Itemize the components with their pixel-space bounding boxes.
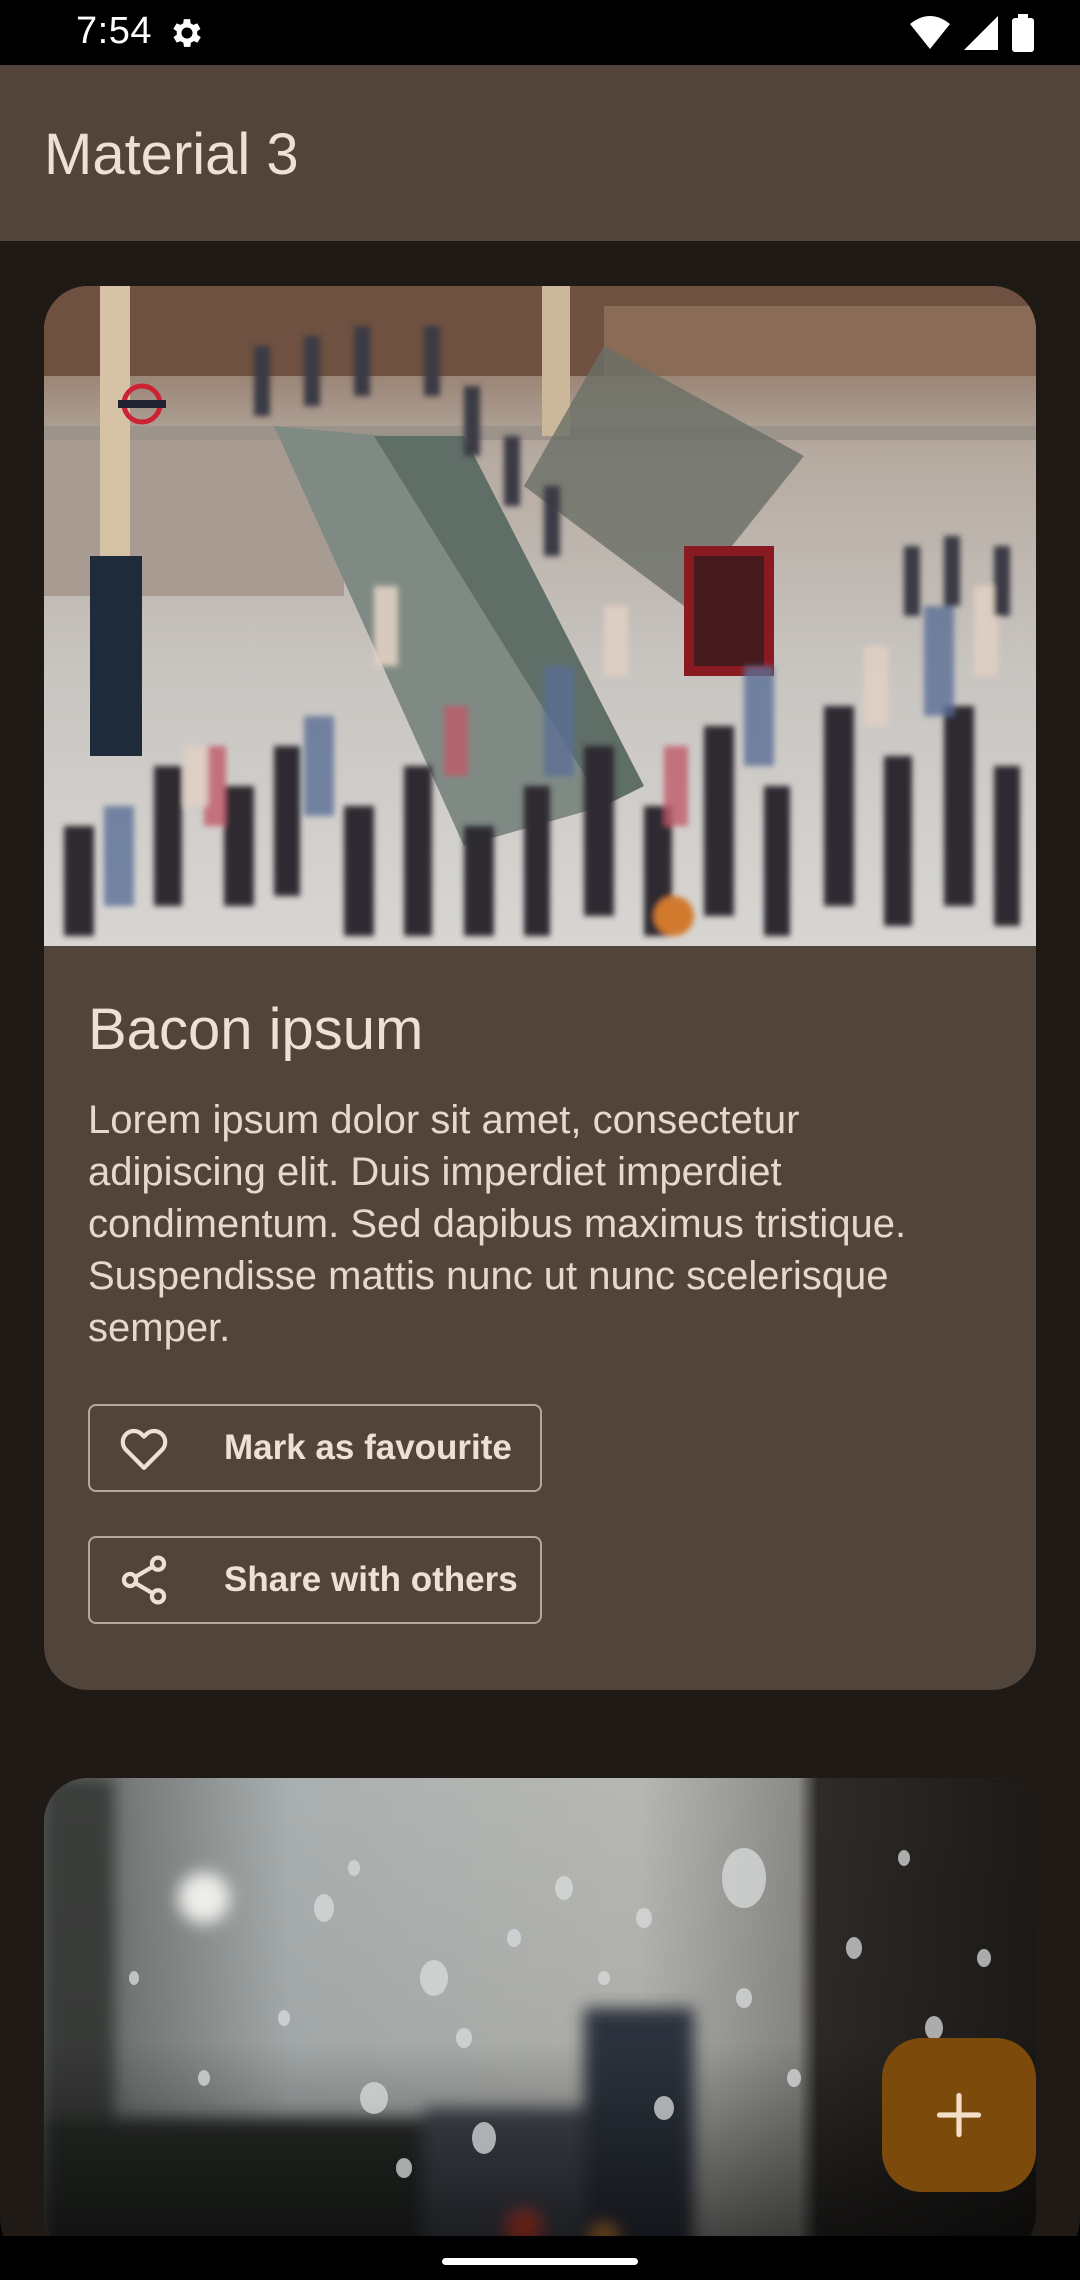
card-body-text: Lorem ipsum dolor sit amet, consectetur …	[88, 1098, 907, 1350]
card[interactable]: Bacon ipsum Lorem ipsum dolor sit amet, …	[44, 286, 1036, 1690]
status-icons	[910, 14, 1034, 52]
plus-icon	[933, 2089, 985, 2141]
heart-outline-icon	[116, 1420, 172, 1476]
screen: 7:54 Material 3 Bacon ipsum Lorem ipsum …	[0, 0, 1080, 2280]
top-app-bar: Material 3	[0, 65, 1080, 241]
app-title: Material 3	[44, 122, 299, 187]
mark-as-favourite-button[interactable]: Mark as favourite	[88, 1404, 542, 1492]
add-fab[interactable]	[882, 2038, 1036, 2192]
cellular-signal-icon	[964, 16, 998, 50]
share-with-others-label: Share with others	[224, 1560, 518, 1599]
card-title: Bacon ipsum	[88, 997, 424, 1062]
wifi-icon	[910, 16, 950, 50]
status-bar: 7:54	[0, 0, 1080, 65]
status-time: 7:54	[76, 10, 152, 52]
settings-gear-icon	[168, 14, 206, 52]
card[interactable]	[44, 1778, 1036, 2258]
battery-icon	[1012, 14, 1034, 52]
gesture-handle[interactable]	[442, 2258, 638, 2265]
mark-as-favourite-label: Mark as favourite	[224, 1428, 512, 1467]
card-image-station	[44, 286, 1036, 946]
share-with-others-button[interactable]: Share with others	[88, 1536, 542, 1624]
card-image-raindrops	[44, 1778, 1036, 2258]
share-icon	[116, 1552, 172, 1608]
